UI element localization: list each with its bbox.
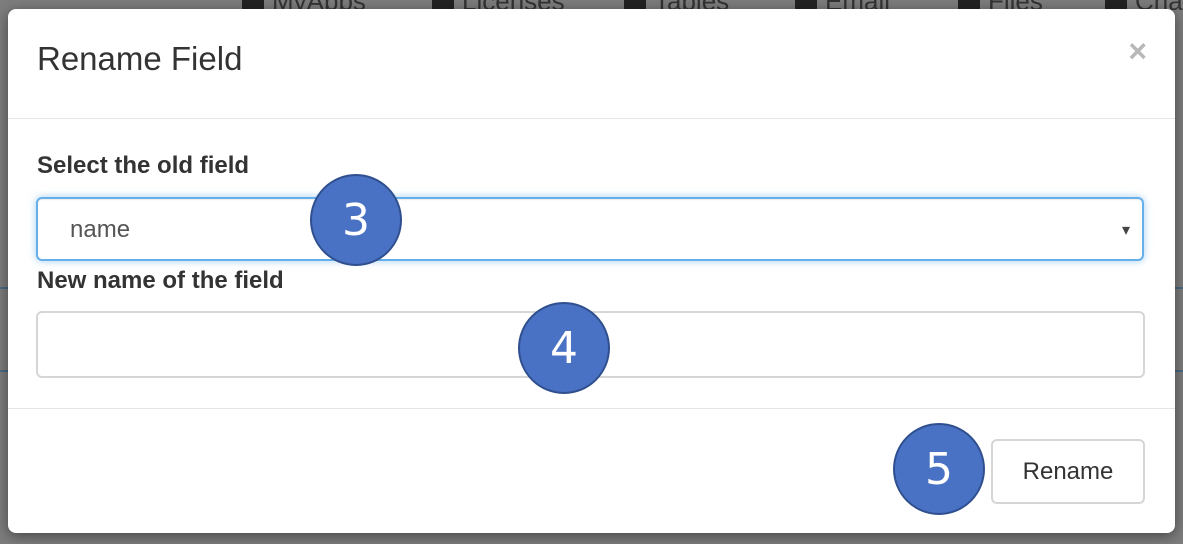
old-field-label: Select the old field bbox=[37, 152, 250, 179]
modal-header: Rename Field × bbox=[8, 9, 1175, 119]
modal-title: Rename Field bbox=[37, 40, 243, 77]
chevron-down-icon: ▾ bbox=[1121, 222, 1130, 239]
background-row-divider bbox=[1175, 370, 1183, 372]
background-row-divider bbox=[0, 287, 8, 289]
rename-field-modal: Rename Field × Select the old field name… bbox=[8, 9, 1175, 533]
old-field-selected-value: name bbox=[70, 216, 131, 243]
step-callout-3: 3 bbox=[310, 174, 402, 266]
background-row-divider bbox=[1175, 287, 1183, 289]
background-row-divider bbox=[0, 370, 8, 372]
close-icon[interactable]: × bbox=[1128, 35, 1147, 67]
old-field-select[interactable]: name ▾ bbox=[36, 197, 1144, 261]
rename-button[interactable]: Rename bbox=[991, 439, 1145, 504]
step-callout-4: 4 bbox=[518, 302, 610, 394]
new-field-label: New name of the field bbox=[37, 267, 284, 294]
step-callout-5: 5 bbox=[893, 423, 985, 515]
